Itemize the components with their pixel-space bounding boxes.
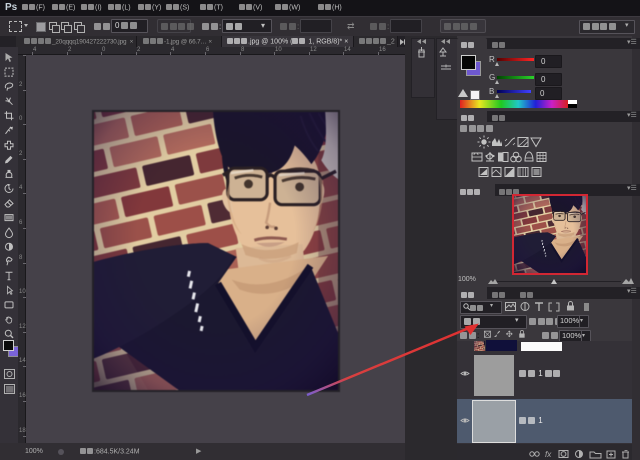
svg-text:fx: fx bbox=[545, 450, 552, 459]
